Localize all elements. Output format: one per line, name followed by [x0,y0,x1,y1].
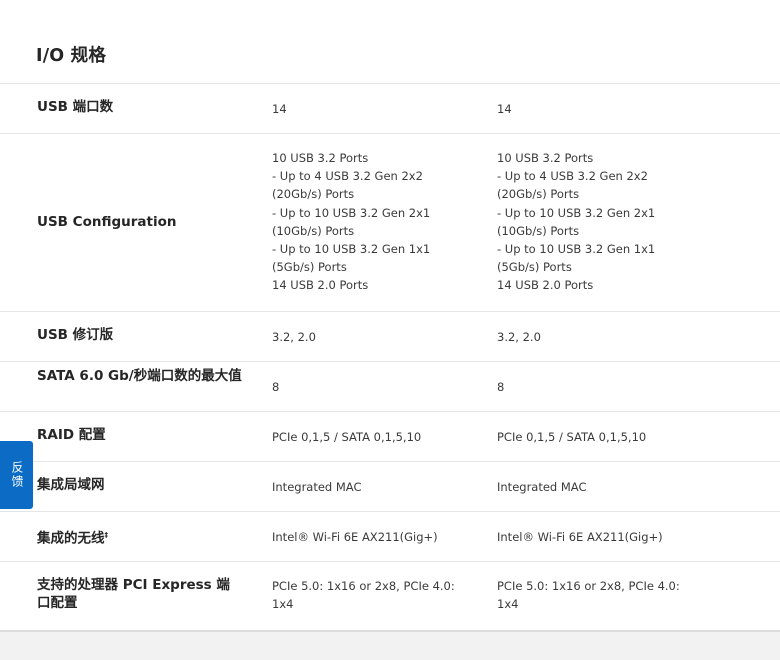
section-title: I/O 规格 [36,46,107,66]
spec-label: USB 端口数 [37,99,114,115]
spec-label: 集成的无线‡ [37,526,242,548]
spec-value-col1: Intel® Wi-Fi 6E AX211(Gig+) [272,530,438,544]
spec-row-usb-revision: USB 修订版 3.2, 2.0 3.2, 2.0 [0,311,780,361]
spec-label: USB 修订版 [37,327,114,343]
io-spec-table: USB 端口数 14 14 USB Configuration 10 USB 3… [0,83,780,630]
spec-row-integrated-wireless: 集成的无线‡ Intel® Wi-Fi 6E AX211(Gig+) Intel… [0,511,780,561]
spec-row-integrated-lan: 集成局域网 Integrated MAC Integrated MAC [0,461,780,511]
spec-row-sata-ports: SATA 6.0 Gb/秒端口数的最大值 8 8 [0,361,780,411]
spec-value-col1: 8 [272,380,280,394]
spec-label: SATA 6.0 Gb/秒端口数的最大值 [37,368,242,384]
spec-value-col1: 10 USB 3.2 Ports - Up to 4 USB 3.2 Gen 2… [272,151,431,293]
spec-value-col1: PCIe 0,1,5 / SATA 0,1,5,10 [272,430,422,444]
spec-value-col1: 14 [272,102,287,116]
spec-label-text: 集成的无线 [37,530,105,547]
spec-value-col2: 14 [497,102,512,116]
spec-value-col2: Integrated MAC [497,480,587,494]
spec-row-raid: RAID 配置 PCIe 0,1,5 / SATA 0,1,5,10 PCIe … [0,411,780,461]
spec-value-col2: 3.2, 2.0 [497,330,541,344]
page-footer-band [0,630,780,660]
feedback-button[interactable]: 反馈 [0,441,33,509]
spec-row-pcie-config: 支持的处理器 PCI Express 端口配置 PCIe 5.0: 1x16 o… [0,561,780,630]
spec-row-usb-configuration: USB Configuration 10 USB 3.2 Ports - Up … [0,133,780,311]
footnote-marker: ‡ [104,531,109,539]
spec-value-col2: PCIe 0,1,5 / SATA 0,1,5,10 [497,430,647,444]
spec-value-col1: Integrated MAC [272,480,362,494]
spec-row-usb-ports: USB 端口数 14 14 [0,83,780,133]
spec-label: 支持的处理器 PCI Express 端口配置 [37,577,230,611]
spec-label: USB Configuration [37,214,177,230]
spec-value-col2: 10 USB 3.2 Ports - Up to 4 USB 3.2 Gen 2… [497,151,656,293]
spec-label: 集成局域网 [37,477,105,493]
spec-value-col2: 8 [497,380,505,394]
spec-value-col1: 3.2, 2.0 [272,330,316,344]
spec-label: RAID 配置 [37,427,106,443]
spec-value-col1: PCIe 5.0: 1x16 or 2x8, PCIe 4.0: 1x4 [272,579,455,612]
spec-value-col2: PCIe 5.0: 1x16 or 2x8, PCIe 4.0: 1x4 [497,579,680,612]
spec-value-col2: Intel® Wi-Fi 6E AX211(Gig+) [497,530,663,544]
